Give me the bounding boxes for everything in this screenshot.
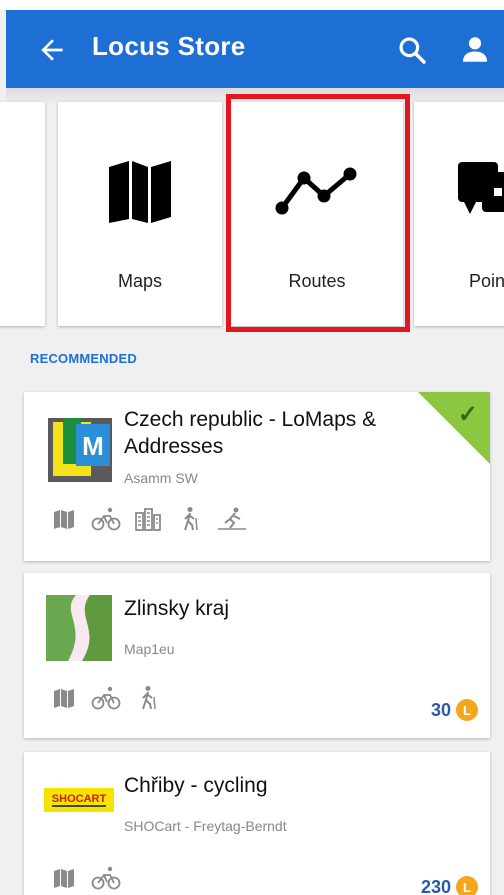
category-label: Routes <box>288 271 346 291</box>
map-icon <box>109 161 171 223</box>
locus-coin-icon: L <box>456 699 478 721</box>
hiking-icon <box>142 686 156 710</box>
map-icon <box>54 689 74 708</box>
buildings-icon <box>135 508 161 531</box>
item-title: Czech republic - LoMaps & Addresses <box>124 408 377 458</box>
category-card-points[interactable]: Poin <box>414 102 504 326</box>
account-icon[interactable] <box>458 32 492 66</box>
map-icon <box>54 510 74 529</box>
store-item-czech-republic[interactable]: M Czech republic - LoMaps & Addresses As… <box>24 392 490 561</box>
item-title: Zlinsky kraj <box>124 597 230 620</box>
status-bar <box>0 0 504 10</box>
owned-badge <box>418 392 490 464</box>
search-icon[interactable] <box>396 34 428 66</box>
check-icon: ✓ <box>457 401 478 428</box>
app-bar: Locus Store <box>6 10 504 88</box>
page-title: Locus Store <box>92 31 246 61</box>
item-price[interactable]: 230 L <box>421 876 478 895</box>
category-card-maps[interactable]: Maps <box>58 102 222 326</box>
hiking-icon <box>184 507 198 531</box>
store-item-chriby-cycling[interactable]: SHOCART Chřiby - cycling SHOCart - Freyt… <box>24 752 490 895</box>
map-icon <box>54 869 74 888</box>
price-value: 230 <box>420 876 451 895</box>
cycling-icon <box>91 686 121 710</box>
section-heading: RECOMMENDED <box>30 351 137 366</box>
category-label: Poin <box>469 271 504 291</box>
activity-icons <box>48 504 248 534</box>
route-icon <box>275 167 357 215</box>
arrow-back-icon[interactable] <box>36 34 68 66</box>
cycling-icon <box>91 507 121 531</box>
activity-icons <box>48 683 164 713</box>
activity-icons <box>48 863 122 893</box>
locus-coin-icon: L <box>456 876 478 895</box>
logo-text: SHOCART <box>52 793 107 805</box>
item-author: Asamm SW <box>124 470 198 486</box>
item-title: Chřiby - cycling <box>124 774 268 797</box>
item-price[interactable]: 30 L <box>431 699 478 721</box>
category-card-previous[interactable] <box>0 102 45 326</box>
cycling-icon <box>91 866 121 890</box>
ski-icon <box>218 507 246 530</box>
category-label: Maps <box>117 271 162 291</box>
points-icon <box>458 162 504 214</box>
price-value: 30 <box>430 699 451 720</box>
svg-text:M: M <box>82 431 104 461</box>
store-item-zlinsky-kraj[interactable]: Zlinsky kraj Map1eu 30 L <box>24 573 490 738</box>
item-author: SHOCart - Freytag-Berndt <box>124 818 287 834</box>
item-author: Map1eu <box>124 641 175 657</box>
shocart-logo: SHOCART <box>44 788 114 812</box>
map1eu-logo <box>46 595 112 661</box>
lomaps-logo: M <box>48 418 112 482</box>
category-card-routes[interactable]: Routes <box>231 102 403 326</box>
